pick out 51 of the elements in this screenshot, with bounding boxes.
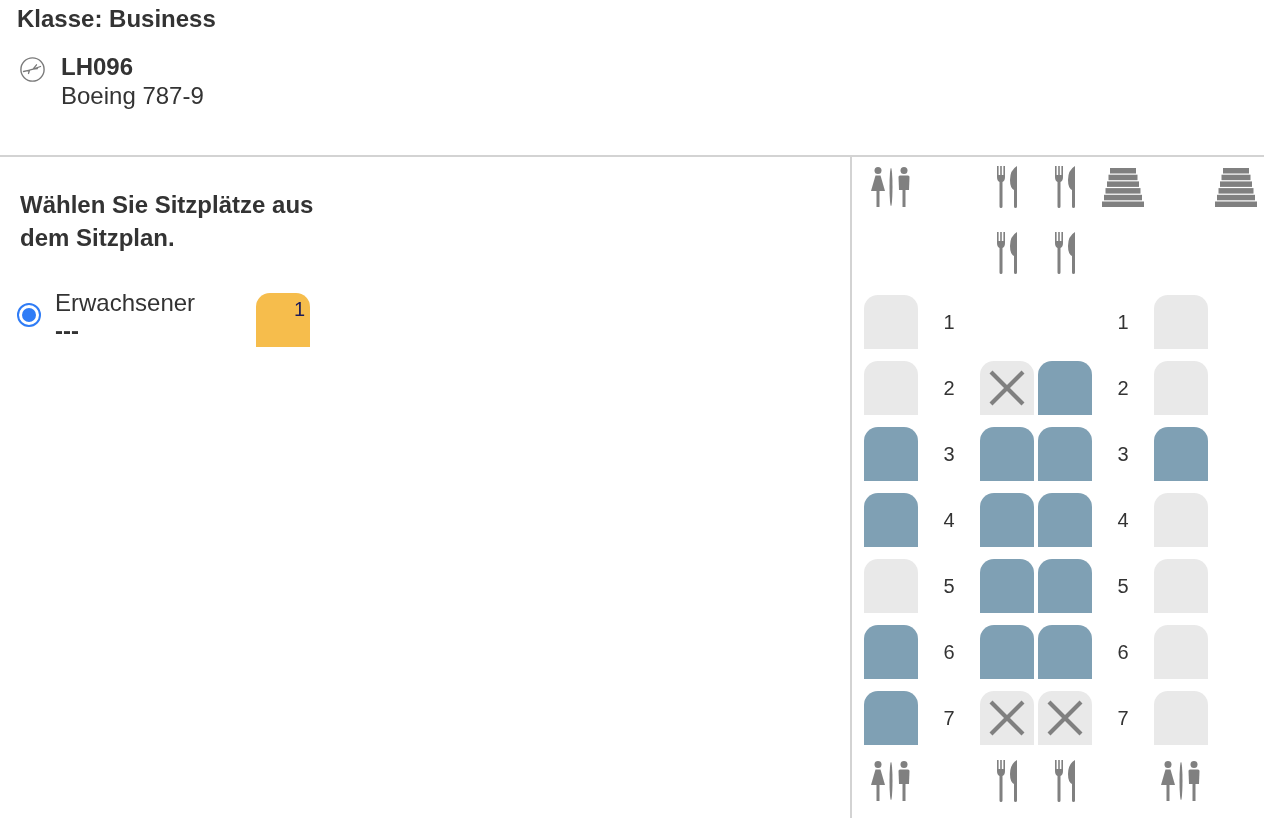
seat[interactable] [864,493,918,547]
seat[interactable] [864,427,918,481]
radio-button[interactable] [17,303,41,327]
seat[interactable] [864,625,918,679]
seat[interactable] [980,559,1034,613]
seat[interactable] [1038,691,1092,745]
row-number: 3 [943,442,955,466]
seat[interactable] [1038,559,1092,613]
stairs-icon [1102,167,1144,207]
seat[interactable] [980,691,1034,745]
cutlery-icon [997,232,1017,274]
cross-icon [989,370,1025,406]
seat[interactable] [1154,427,1208,481]
seat[interactable] [980,427,1034,481]
flight-number: LH096 [61,52,134,81]
cutlery-icon [1055,232,1075,274]
cross-icon [1047,700,1083,736]
seat[interactable] [1038,625,1092,679]
seat[interactable] [1038,493,1092,547]
seat[interactable] [980,493,1034,547]
row-number: 1 [943,310,955,334]
cutlery-icon [1055,760,1075,802]
cabin-class-title: Klasse: Business [17,4,216,34]
row-number: 7 [943,706,955,730]
row-number: 4 [943,508,955,532]
seat[interactable] [864,691,918,745]
stairs-icon [1215,167,1257,207]
row-number: 2 [1117,376,1129,400]
row-number: 3 [1117,442,1129,466]
seat[interactable] [980,361,1034,415]
seat-value: --- [55,317,79,345]
row-number: 2 [943,376,955,400]
row-number: 1 [1117,310,1129,334]
row-number: 7 [1117,706,1129,730]
row-number: 4 [1117,508,1129,532]
row-number: 6 [943,640,955,664]
cutlery-icon [1055,166,1075,208]
seat[interactable] [1038,361,1092,415]
cross-icon [989,700,1025,736]
passenger-seat-marker: 1 [256,293,310,347]
seat[interactable] [1038,427,1092,481]
passenger-type: Erwachsener [55,289,196,317]
row-number: 5 [1117,574,1129,598]
cutlery-icon [997,760,1017,802]
aircraft-type: Boeing 787-9 [61,81,204,110]
cutlery-icon [997,166,1017,208]
row-number: 6 [1117,640,1129,664]
bird-logo-icon [20,57,45,82]
instruction-text: Wählen Sie Sitzplätze aus dem Sitzplan. [20,190,315,253]
row-number: 5 [943,574,955,598]
seat[interactable] [980,625,1034,679]
